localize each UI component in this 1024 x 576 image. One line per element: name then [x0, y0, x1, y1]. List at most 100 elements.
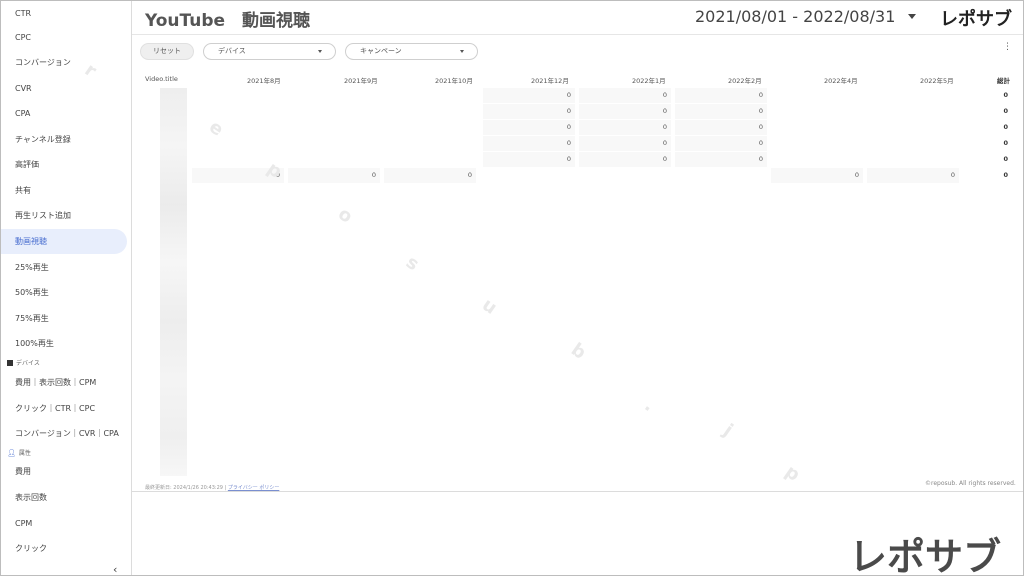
table-cell-total: 0: [1003, 123, 1008, 131]
table-cell: 0: [675, 136, 767, 151]
sidebar-item-cvr[interactable]: CVR: [1, 76, 127, 101]
table-cell: 0: [384, 168, 476, 183]
table-cell: 0: [288, 168, 380, 183]
table-cell: [771, 104, 863, 119]
table-cell: [192, 104, 284, 119]
sidebar-item-conversion[interactable]: コンバージョン: [1, 50, 127, 75]
sidebar-item-subscribe[interactable]: チャンネル登録: [1, 127, 127, 152]
table-cell: [288, 88, 380, 103]
header-divider: [132, 34, 1023, 35]
column-header[interactable]: 2022年4月: [824, 75, 858, 85]
section-device: デバイス: [7, 358, 40, 367]
table-cell: [384, 104, 476, 119]
table-cell: [771, 88, 863, 103]
table-cell: 0: [579, 120, 671, 135]
table-cell: 0: [483, 120, 575, 135]
table-cell: [771, 136, 863, 151]
page-title: YouTube 動画視聴: [145, 11, 311, 31]
sidebar-item-device-conversion[interactable]: コンバージョン｜CVR｜CPA: [1, 421, 127, 446]
table-cell: [288, 136, 380, 151]
table-cell: [867, 104, 959, 119]
table-cell: 0: [483, 136, 575, 151]
table-cell: 0: [579, 88, 671, 103]
sidebar-item-100-play[interactable]: 100%再生: [1, 331, 127, 356]
device-filter[interactable]: デバイス: [203, 43, 336, 60]
table-cell: 0: [675, 88, 767, 103]
table-cell: [483, 168, 575, 183]
sidebar: CTR CPC コンバージョン CVR CPA チャンネル登録 高評価 共有 再…: [1, 1, 132, 575]
column-header[interactable]: 2022年2月: [728, 75, 762, 85]
device-icon: [7, 359, 13, 366]
sidebar-item-device-click[interactable]: クリック｜CTR｜CPC: [1, 396, 127, 421]
brand-watermark-logo: レポサブ: [849, 535, 1002, 576]
column-header-total[interactable]: 総計: [997, 75, 1010, 85]
blurred-video-titles: [160, 88, 187, 476]
section-attribute-label: 属性: [18, 450, 31, 457]
more-options-icon[interactable]: ⋮: [1003, 43, 1012, 52]
table-cell-total: 0: [1003, 171, 1008, 179]
chevron-down-icon[interactable]: [908, 14, 916, 19]
copyright: ©reposub. All rights reserved.: [925, 480, 1016, 487]
table-cell: 0: [483, 88, 575, 103]
chevron-left-icon[interactable]: ‹: [113, 563, 117, 575]
table-cell: [384, 120, 476, 135]
table-cell: 0: [579, 136, 671, 151]
sidebar-item-attr-click[interactable]: クリック: [1, 536, 127, 561]
campaign-filter-label: キャンペーン: [360, 47, 402, 55]
sidebar-item-playlist-add[interactable]: 再生リスト追加: [1, 203, 127, 228]
column-header[interactable]: 2021年8月: [247, 75, 281, 85]
sidebar-item-share[interactable]: 共有: [1, 178, 127, 203]
sidebar-item-cpc[interactable]: CPC: [1, 25, 127, 50]
column-header-video-title[interactable]: Video.title: [145, 75, 178, 83]
section-device-label: デバイス: [16, 360, 40, 367]
table-cell: [384, 136, 476, 151]
chevron-down-icon: [460, 50, 464, 53]
sidebar-item-ctr[interactable]: CTR: [1, 1, 127, 26]
table-cell: [288, 120, 380, 135]
table-cell: 0: [675, 104, 767, 119]
table-cell: [192, 136, 284, 151]
table-cell: 0: [483, 104, 575, 119]
sidebar-item-25-play[interactable]: 25%再生: [1, 255, 127, 280]
sidebar-item-50-play[interactable]: 50%再生: [1, 280, 127, 305]
table-cell-total: 0: [1003, 107, 1008, 115]
table-cell: 0: [771, 168, 863, 183]
sidebar-item-likes[interactable]: 高評価: [1, 152, 127, 177]
table-cell: [384, 88, 476, 103]
sidebar-item-75-play[interactable]: 75%再生: [1, 306, 127, 331]
table-cell: 0: [867, 168, 959, 183]
sidebar-item-cpa[interactable]: CPA: [1, 101, 127, 126]
table-cell: [579, 168, 671, 183]
column-header[interactable]: 2021年12月: [531, 75, 569, 85]
reset-button[interactable]: リセット: [140, 43, 194, 60]
column-header[interactable]: 2022年1月: [632, 75, 666, 85]
date-range[interactable]: 2021/08/01 - 2022/08/31: [695, 7, 895, 26]
sidebar-item-video-views[interactable]: 動画視聴: [1, 229, 127, 254]
table-cell: [867, 152, 959, 167]
main-panel: YouTube 動画視聴 2021/08/01 - 2022/08/31 レポサ…: [132, 1, 1023, 575]
table-cell: [288, 104, 380, 119]
table-cell: [192, 88, 284, 103]
campaign-filter[interactable]: キャンペーン: [345, 43, 478, 60]
sidebar-item-device-cost[interactable]: 費用｜表示回数｜CPM: [1, 370, 127, 395]
table-cell: 0: [675, 152, 767, 167]
table-cell: [771, 120, 863, 135]
table-cell: [675, 168, 767, 183]
column-header[interactable]: 2021年9月: [344, 75, 378, 85]
column-header[interactable]: 2021年10月: [435, 75, 473, 85]
table-cell-total: 0: [1003, 139, 1008, 147]
person-icon: 👤︎: [7, 448, 16, 457]
table-cell: [384, 152, 476, 167]
report-bottom-divider: [132, 491, 1023, 492]
sidebar-item-attr-cost[interactable]: 費用: [1, 459, 127, 484]
column-header[interactable]: 2022年5月: [920, 75, 954, 85]
table-cell: [867, 136, 959, 151]
table-cell-total: 0: [1003, 91, 1008, 99]
sidebar-item-attr-impressions[interactable]: 表示回数: [1, 485, 127, 510]
table-cell: 0: [579, 152, 671, 167]
section-attribute: 👤︎ 属性: [7, 448, 31, 458]
sidebar-item-attr-cpm[interactable]: CPM: [1, 511, 127, 536]
table-cell: 0: [579, 104, 671, 119]
brand-logo: レポサブ: [940, 9, 1012, 30]
table-cell: [867, 120, 959, 135]
